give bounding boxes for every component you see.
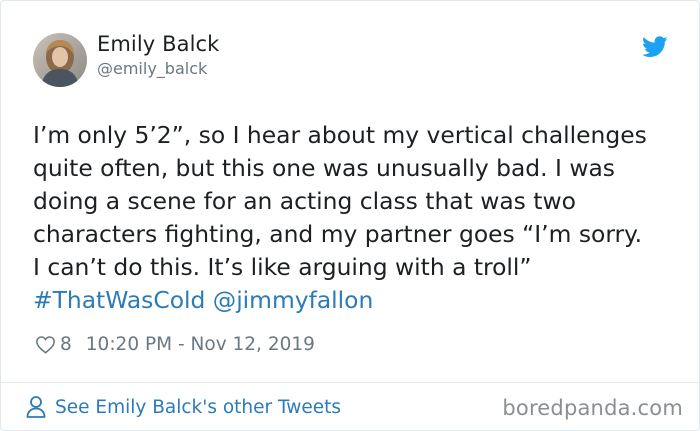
avatar[interactable] (33, 33, 87, 87)
watermark: boredpanda.com (502, 396, 683, 420)
tweet-links-line: #ThatWasCold @jimmyfallon (33, 284, 673, 317)
see-other-tweets-link[interactable]: See Emily Balck's other Tweets (25, 395, 341, 419)
hashtag-link[interactable]: #ThatWasCold (33, 286, 205, 314)
see-other-tweets-label: See Emily Balck's other Tweets (55, 396, 342, 418)
footer-divider (1, 382, 699, 383)
tweet-meta: 8 10:20 PM - Nov 12, 2019 (35, 331, 315, 357)
tweet-text-line: characters fighting, and my partner goes… (33, 220, 643, 248)
heart-outline-icon[interactable] (35, 335, 56, 354)
timestamp-link[interactable]: 10:20 PM - Nov 12, 2019 (86, 334, 315, 355)
like-count: 8 (60, 333, 72, 355)
tweet-text-line: quite often, but this one was unusually … (33, 154, 615, 182)
twitter-bird-icon[interactable] (642, 36, 668, 58)
tweet-text-line: I can’t do this. It’s like arguing with … (33, 253, 532, 281)
display-name[interactable]: Emily Balck (97, 32, 219, 56)
tweet-card: Emily Balck @emily_balck I’m only 5’2”, … (0, 0, 700, 431)
mention-link[interactable]: @jimmyfallon (213, 286, 374, 314)
tweet-text-line: doing a scene for an acting class that w… (33, 187, 576, 215)
tweet-text-line: I’m only 5’2”, so I hear about my vertic… (33, 121, 647, 149)
username-handle[interactable]: @emily_balck (97, 59, 207, 78)
person-outline-icon (26, 396, 46, 418)
tweet-text: I’m only 5’2”, so I hear about my vertic… (33, 119, 673, 317)
